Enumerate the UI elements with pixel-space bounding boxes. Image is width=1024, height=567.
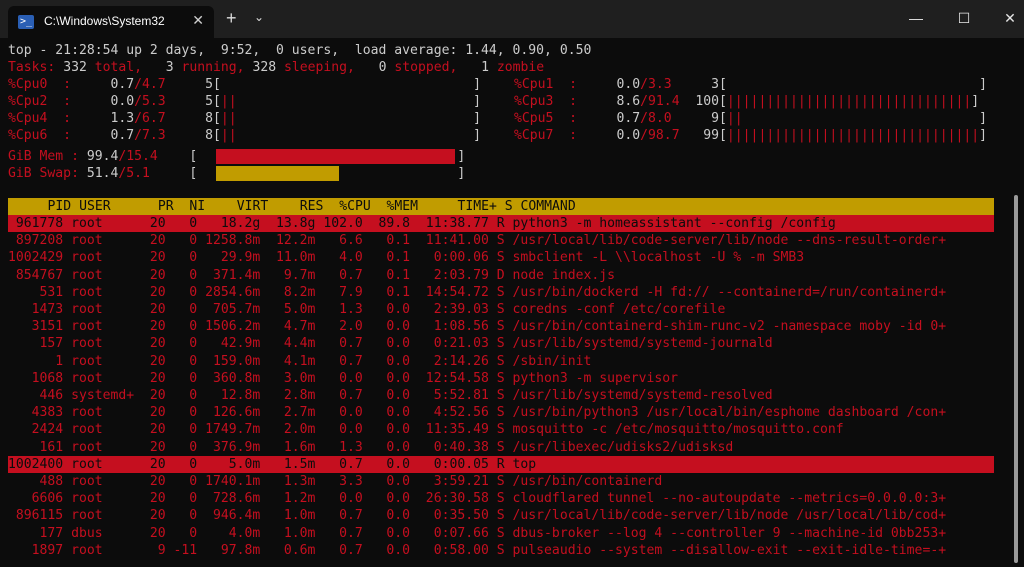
tasks-stopped-label: stopped, — [386, 60, 482, 75]
tasks-zombie-label: zombie — [488, 60, 545, 75]
tasks-total: 332 — [55, 60, 87, 75]
cpu-meter-left: %Cpu4 : 1.3/6.7 8[|| ] — [8, 111, 482, 126]
cpu-meter-right: %Cpu7 : 0.0/98.7 99[||||||||||||||||||||… — [514, 128, 988, 143]
cpu-meter-left: %Cpu6 : 0.7/7.3 8[|| ] — [8, 128, 482, 143]
title-bar: >_ C:\Windows\System32 ✕ + ⌄ — ☐ ✕ — [0, 0, 1024, 38]
table-row[interactable]: 854767 root 20 0 371.4m 9.7m 0.7 0.1 2:0… — [8, 267, 615, 284]
powershell-icon: >_ — [18, 15, 34, 29]
cpu-meter-left: %Cpu2 : 0.0/5.3 5[|| ] — [8, 94, 482, 109]
tasks-label: Tasks: — [8, 60, 56, 75]
tasks-running-label: running, — [173, 60, 253, 75]
table-row[interactable]: 1002400 root 20 0 5.0m 1.5m 0.7 0.0 0:00… — [8, 456, 536, 473]
terminal-output[interactable]: top - 21:28:54 up 2 days, 9:52, 0 users,… — [0, 38, 1012, 567]
table-row[interactable]: 3151 root 20 0 1506.2m 4.7m 2.0 0.0 1:08… — [8, 318, 946, 335]
table-row[interactable]: 446 systemd+ 20 0 12.8m 2.8m 0.7 0.0 5:5… — [8, 387, 773, 404]
table-row[interactable]: 157 root 20 0 42.9m 4.4m 0.7 0.0 0:21.03… — [8, 335, 773, 352]
cpu-meter-right: %Cpu1 : 0.0/3.3 3[ ] — [514, 77, 988, 92]
maximize-button[interactable]: ☐ — [954, 8, 974, 28]
tasks-sleeping: 328 — [252, 60, 277, 75]
new-tab-button[interactable]: + — [226, 8, 237, 29]
table-row[interactable]: 161 root 20 0 376.9m 1.6m 1.3 0.0 0:40.3… — [8, 439, 734, 456]
mem-value: 99.4 — [86, 149, 119, 164]
terminal-tab[interactable]: >_ C:\Windows\System32 ✕ — [8, 6, 214, 38]
table-header-text: PID USER PR NI VIRT RES %CPU %MEM TIME+ … — [16, 199, 576, 214]
swap-value: 51.4 — [86, 166, 119, 181]
scrollbar[interactable] — [1014, 195, 1018, 563]
swap-bar — [216, 166, 339, 181]
cpu-meter-right: %Cpu5 : 0.7/8.0 9[|| ] — [514, 111, 988, 126]
tasks-sleeping-label: sleeping, — [276, 60, 379, 75]
cpu-meter-right: %Cpu3 : 8.6/91.4 100[|||||||||||||||||||… — [514, 94, 980, 109]
tasks-running: 3 — [165, 60, 174, 75]
swap-label: GiB Swap: — [8, 166, 87, 181]
table-row[interactable]: 897208 root 20 0 1258.8m 12.2m 6.6 0.1 1… — [8, 232, 946, 249]
table-row[interactable]: 1 root 20 0 159.0m 4.1m 0.7 0.0 2:14.26 … — [8, 353, 591, 370]
uptime-line: top - 21:28:54 up 2 days, 9:52, 0 users,… — [8, 43, 592, 58]
mem-max: /15.4 — [118, 149, 158, 164]
table-row[interactable]: 1897 root 9 -11 97.8m 0.6m 0.7 0.0 0:58.… — [8, 542, 946, 559]
table-row[interactable]: 896115 root 20 0 946.4m 1.0m 0.7 0.0 0:3… — [8, 507, 946, 524]
table-row[interactable]: 177 dbus 20 0 4.0m 1.0m 0.7 0.0 0:07.66 … — [8, 525, 947, 542]
table-row[interactable]: 961778 root 20 0 18.2g 13.8g 102.0 89.8 … — [8, 215, 836, 232]
table-row[interactable]: 1002429 root 20 0 29.9m 11.0m 4.0 0.1 0:… — [8, 249, 804, 266]
tasks-line: Tasks: 332 total, 3 running, 328 sleepin… — [8, 59, 544, 76]
tab-title: C:\Windows\System32 — [44, 14, 165, 28]
table-row[interactable]: 531 root 20 0 2854.6m 8.2m 7.9 0.1 14:54… — [8, 284, 947, 301]
mem-bar — [216, 149, 455, 164]
tasks-zombie: 1 — [481, 60, 489, 75]
table-header: PID USER PR NI VIRT RES %CPU %MEM TIME+ … — [8, 198, 994, 215]
mem-label: GiB Mem : — [8, 149, 87, 164]
table-row[interactable]: 4383 root 20 0 126.6m 2.7m 0.0 0.0 4:52.… — [8, 404, 946, 421]
table-row[interactable]: 1068 root 20 0 360.8m 3.0m 0.0 0.0 12:54… — [8, 370, 678, 387]
table-row[interactable]: 2424 root 20 0 1749.7m 2.0m 0.0 0.0 11:3… — [8, 421, 844, 438]
chevron-down-icon[interactable]: ⌄ — [254, 10, 264, 24]
close-button[interactable]: ✕ — [1000, 8, 1020, 28]
swap-max: /5.1 — [118, 166, 150, 181]
cpu-meter-left: %Cpu0 : 0.7/4.7 5[ ] — [8, 77, 482, 92]
close-tab-icon[interactable]: ✕ — [192, 12, 204, 29]
minimize-button[interactable]: — — [906, 8, 926, 28]
table-row[interactable]: 1473 root 20 0 705.7m 5.0m 1.3 0.0 2:39.… — [8, 301, 726, 318]
table-row[interactable]: 488 root 20 0 1740.1m 1.3m 3.3 0.0 3:59.… — [8, 473, 663, 490]
tasks-total-label: total, — [86, 60, 166, 75]
table-row[interactable]: 6606 root 20 0 728.6m 1.2m 0.0 0.0 26:30… — [8, 490, 946, 507]
